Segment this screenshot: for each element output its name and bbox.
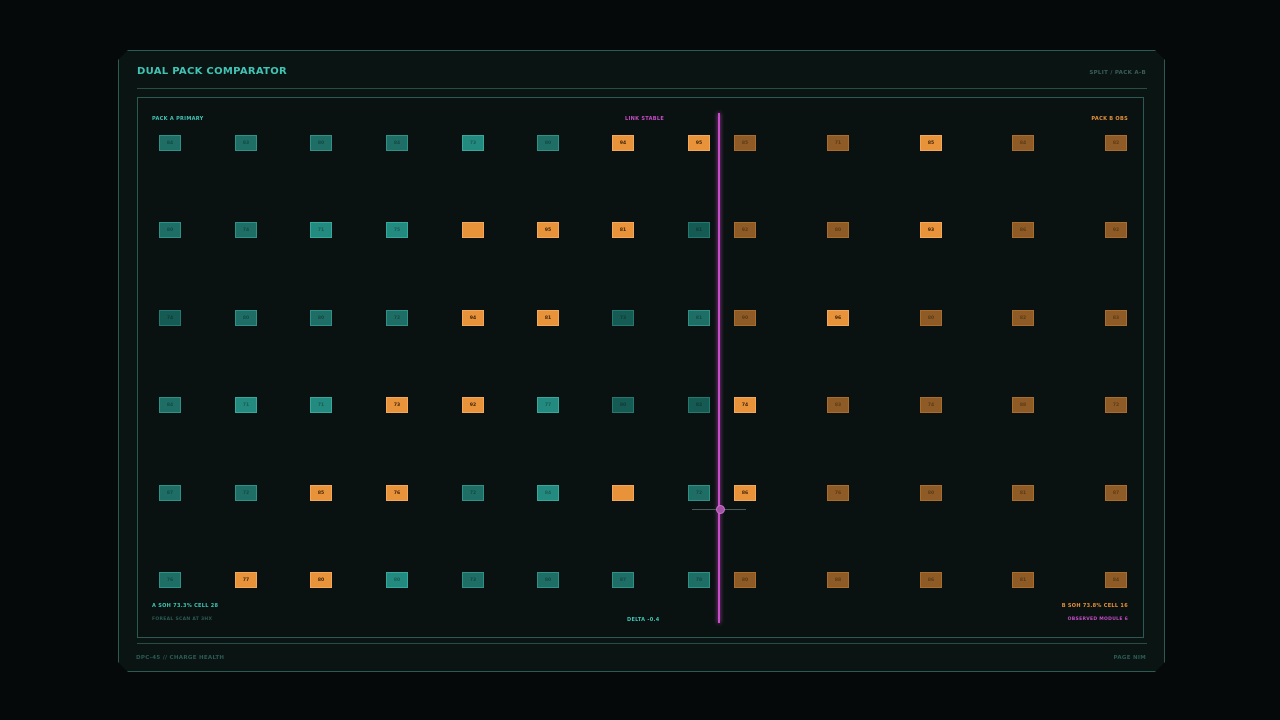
pack-a-cell[interactable]: 84	[386, 135, 408, 151]
pack-a-cell[interactable]	[612, 485, 634, 501]
pack-a-cell[interactable]: 94	[612, 135, 634, 151]
pack-b-cell[interactable]: 90	[734, 310, 756, 326]
pack-b-cell[interactable]: 84	[1012, 135, 1034, 151]
pack-b-cell[interactable]: 88	[1012, 397, 1034, 413]
pack-a-cell[interactable]: 74	[159, 310, 181, 326]
pack-b-cell[interactable]: 82	[1105, 135, 1127, 151]
pack-b-cell[interactable]: 74	[920, 397, 942, 413]
pack-b-cell[interactable]: 72	[1105, 397, 1127, 413]
pack-a-cell[interactable]: 76	[159, 572, 181, 588]
pack-a-cell[interactable]: 75	[386, 222, 408, 238]
pack-a-cell[interactable]: 81	[688, 222, 710, 238]
pack-a-cell[interactable]: 72	[235, 485, 257, 501]
pack-a-cell[interactable]: 80	[537, 135, 559, 151]
pack-a-cell[interactable]: 73	[462, 135, 484, 151]
pack-a-cell[interactable]: 80	[159, 222, 181, 238]
pack-a-cell[interactable]: 72	[688, 485, 710, 501]
pack-a-cell[interactable]: 71	[310, 397, 332, 413]
pack-a-cell[interactable]: 73	[612, 310, 634, 326]
pack-a-cell[interactable]: 81	[537, 310, 559, 326]
pack-a-cell[interactable]: 81	[688, 310, 710, 326]
split-divider[interactable]	[718, 113, 720, 623]
pack-a-cell[interactable]: 94	[462, 310, 484, 326]
pack-b-stats: B SOH 73.8% CELL 16	[1061, 603, 1128, 609]
pack-a-cell[interactable]: 73	[462, 572, 484, 588]
pack-b-cell[interactable]: 80	[734, 572, 756, 588]
pack-a-cell[interactable]: 85	[310, 485, 332, 501]
scan-label: FOREAL SCAN AT 3HX	[152, 617, 213, 622]
pack-a-cell[interactable]: 77	[537, 397, 559, 413]
observed-label: OBSERVED MODULE 6	[1067, 617, 1128, 622]
pack-a-cell[interactable]: 71	[310, 222, 332, 238]
pack-b-cell[interactable]: 96	[827, 310, 849, 326]
pack-b-cell[interactable]: 93	[920, 222, 942, 238]
link-status: LINK STABLE	[625, 116, 665, 122]
pack-a-cell[interactable]: 84	[159, 135, 181, 151]
pack-a-cell[interactable]: 80	[235, 310, 257, 326]
pack-b-cell[interactable]: 92	[734, 222, 756, 238]
pack-b-cell[interactable]: 86	[734, 485, 756, 501]
pack-b-cell[interactable]: 74	[734, 397, 756, 413]
pack-a-stats: A SOH 73.3% CELL 28	[152, 603, 219, 609]
pack-a-cell[interactable]: 92	[462, 397, 484, 413]
mode-label[interactable]: SPLIT / PACK A-B	[1089, 70, 1146, 76]
pack-a-cell[interactable]: 81	[612, 222, 634, 238]
delta-label: DELTA -0.4	[627, 617, 660, 623]
pack-a-cell[interactable]: 72	[386, 310, 408, 326]
pack-a-cell[interactable]: 76	[386, 485, 408, 501]
footer-right: PAGE NIM	[1113, 655, 1146, 661]
pack-a-cell[interactable]: 82	[688, 397, 710, 413]
pack-b-cell[interactable]: 83	[827, 397, 849, 413]
pack-b-cell[interactable]: 83	[1105, 310, 1127, 326]
pack-a-cell[interactable]: 84	[537, 485, 559, 501]
pack-b-cell[interactable]: 86	[920, 572, 942, 588]
pack-b-cell[interactable]: 82	[1012, 310, 1034, 326]
pack-a-cell[interactable]	[462, 222, 484, 238]
pack-b-cell[interactable]: 80	[827, 222, 849, 238]
header-divider	[137, 88, 1147, 89]
pack-b-cell[interactable]: 80	[920, 485, 942, 501]
pack-b-cell[interactable]: 92	[1105, 222, 1127, 238]
pack-a-cell[interactable]: 87	[612, 572, 634, 588]
pack-a-cell[interactable]: 73	[386, 397, 408, 413]
cell-grid-frame	[137, 97, 1144, 638]
pack-a-cell[interactable]: 77	[235, 572, 257, 588]
pack-b-cell[interactable]: 76	[827, 485, 849, 501]
pack-a-cell[interactable]: 78	[688, 572, 710, 588]
pack-a-cell[interactable]: 71	[235, 397, 257, 413]
pack-b-cell[interactable]: 85	[734, 135, 756, 151]
pack-a-cell[interactable]: 80	[612, 397, 634, 413]
pack-b-cell[interactable]: 81	[1012, 485, 1034, 501]
pack-b-cell[interactable]: 87	[1105, 485, 1127, 501]
page-title: DUAL PACK COMPARATOR	[137, 66, 288, 77]
footer-divider	[137, 643, 1147, 644]
pack-a-cell[interactable]: 83	[235, 135, 257, 151]
pack-a-cell[interactable]: 74	[235, 222, 257, 238]
pack-a-cell[interactable]: 84	[159, 397, 181, 413]
pack-a-cell[interactable]: 72	[462, 485, 484, 501]
pack-b-cell[interactable]: 84	[1105, 572, 1127, 588]
pack-a-cell[interactable]: 80	[310, 135, 332, 151]
pack-a-label: PACK A PRIMARY	[152, 116, 204, 122]
pack-b-cell[interactable]: 71	[827, 135, 849, 151]
pack-a-cell[interactable]: 87	[159, 485, 181, 501]
pack-b-cell[interactable]: 80	[920, 310, 942, 326]
pack-a-cell[interactable]: 95	[537, 222, 559, 238]
pack-a-cell[interactable]: 95	[688, 135, 710, 151]
pack-b-label: PACK B OBS	[1091, 116, 1128, 122]
pack-b-cell[interactable]: 86	[1012, 222, 1034, 238]
pack-a-cell[interactable]: 80	[310, 310, 332, 326]
pack-a-cell[interactable]: 80	[310, 572, 332, 588]
pack-a-cell[interactable]: 80	[537, 572, 559, 588]
pack-b-cell[interactable]: 88	[827, 572, 849, 588]
split-handle[interactable]	[716, 505, 725, 514]
pack-a-cell[interactable]: 80	[386, 572, 408, 588]
pack-b-cell[interactable]: 85	[920, 135, 942, 151]
footer-left: DPC-45 // CHARGE HEALTH	[136, 655, 225, 661]
pack-b-cell[interactable]: 81	[1012, 572, 1034, 588]
